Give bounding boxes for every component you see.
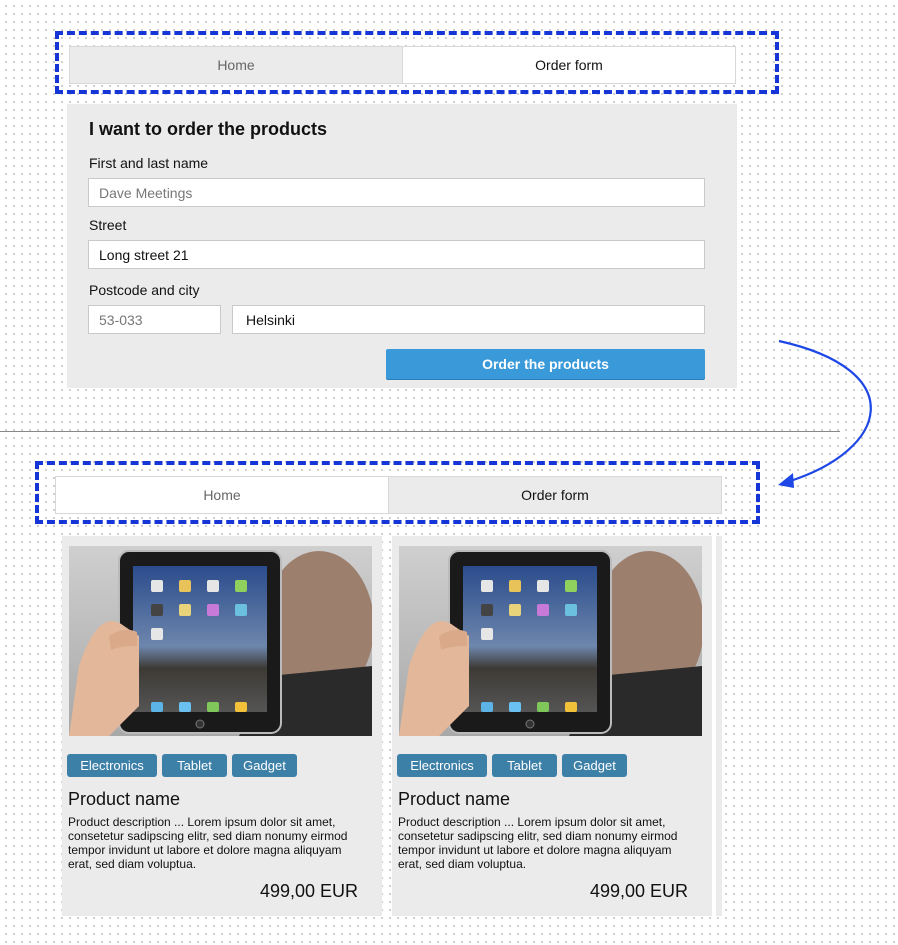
product-description: Product description ... Lorem ipsum dolo… — [398, 815, 678, 871]
order-products-button[interactable]: Order the products — [386, 349, 705, 379]
name-input-placeholder: Dave Meetings — [99, 184, 193, 201]
product-name[interactable]: Product name — [68, 789, 180, 810]
postcode-city-label: Postcode and city — [89, 282, 200, 298]
product-card-partial — [716, 536, 722, 916]
product-name[interactable]: Product name — [398, 789, 510, 810]
product-image — [399, 546, 702, 736]
tab-order-form[interactable]: Order form — [402, 46, 736, 84]
name-input[interactable]: Dave Meetings — [88, 178, 705, 207]
postcode-input[interactable]: 53-033 — [88, 305, 221, 334]
tab-home[interactable]: Home — [55, 476, 389, 514]
product-price: 499,00 EUR — [589, 881, 688, 901]
city-input-value: Helsinki — [246, 311, 296, 328]
tag-electronics[interactable]: Electronics — [67, 754, 157, 777]
street-label: Street — [89, 217, 127, 233]
product-image — [69, 546, 372, 736]
tag-tablet[interactable]: Tablet — [162, 754, 227, 777]
tag-tablet[interactable]: Tablet — [492, 754, 557, 777]
form-title: I want to order the products — [89, 119, 328, 139]
postcode-input-placeholder: 53-033 — [99, 311, 143, 328]
product-price: 499,00 EUR — [259, 881, 358, 901]
flow-arrow-icon — [778, 339, 872, 488]
city-input[interactable]: Helsinki — [232, 305, 705, 334]
tab-home[interactable]: Home — [69, 46, 403, 84]
tag-gadget[interactable]: Gadget — [562, 754, 627, 777]
section-divider — [0, 431, 840, 432]
name-label: First and last name — [89, 155, 209, 171]
product-description: Product description ... Lorem ipsum dolo… — [68, 815, 348, 871]
street-input[interactable]: Long street 21 — [88, 240, 705, 269]
street-input-value: Long street 21 — [99, 246, 189, 263]
tag-gadget[interactable]: Gadget — [232, 754, 297, 777]
tab-order-form[interactable]: Order form — [388, 476, 722, 514]
tag-electronics[interactable]: Electronics — [397, 754, 487, 777]
